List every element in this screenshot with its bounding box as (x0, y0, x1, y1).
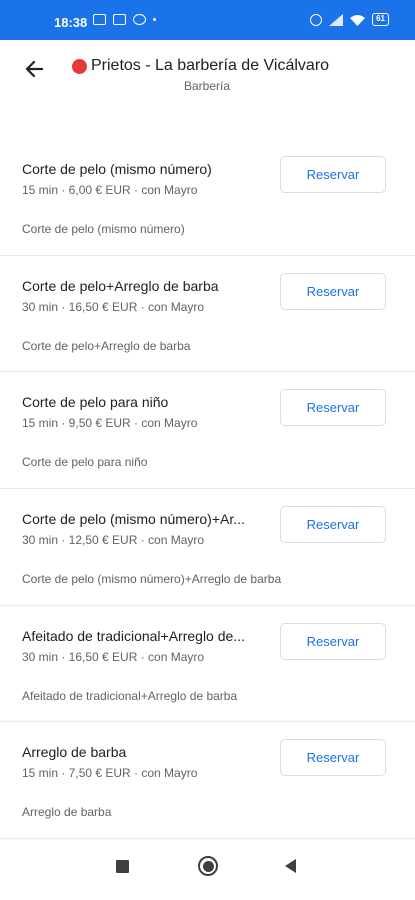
service-name: Corte de pelo para niño (22, 394, 169, 411)
business-category: Barbería (183, 79, 231, 93)
alarm-icon (310, 13, 323, 26)
settings-icon (133, 14, 146, 25)
service-description: Corte de pelo (mismo número) (22, 222, 185, 236)
reserve-button[interactable]: Reservar (280, 622, 386, 660)
recents-button[interactable] (116, 860, 129, 873)
system-back-button[interactable] (285, 859, 296, 873)
service-item: Corte de pelo (mismo número) 15 min · 6,… (0, 139, 415, 256)
services-list: Corte de pelo (mismo número) 15 min · 6,… (0, 139, 415, 840)
system-nav-bar (0, 840, 415, 900)
service-details: 15 min · 6,00 € EUR · con Mayro (22, 183, 198, 197)
reserve-button[interactable]: Reservar (280, 156, 386, 193)
reserve-button[interactable]: Reservar (280, 739, 386, 777)
service-details: 30 min · 16,50 € EUR · con Mayro (22, 649, 205, 664)
service-item: Corte de pelo para niño 15 min · 9,50 € … (0, 372, 415, 490)
service-description: Corte de pelo (mismo número)+Arreglo de … (22, 572, 282, 587)
gmail-icon (113, 14, 126, 25)
business-name: Prietos - La barbería de Vicálvaro (91, 57, 330, 74)
battery-icon: 61 (372, 13, 389, 26)
service-name: Corte de pelo (mismo número) (22, 161, 212, 177)
service-item: Afeitado de tradicional+Arreglo de... 30… (0, 606, 415, 723)
header-titles: Prietos - La barbería de Vicálvaro Barbe… (72, 57, 392, 93)
red-circle-icon (72, 58, 87, 74)
service-item: Corte de pelo+Arreglo de barba 30 min · … (0, 256, 415, 373)
service-description: Afeitado de tradicional+Arreglo de barba (22, 688, 238, 703)
app-bar: Prietos - La barbería de Vicálvaro Barbe… (0, 40, 415, 110)
reserve-button[interactable]: Reservar (280, 272, 386, 310)
service-description: Corte de pelo para niño (22, 455, 148, 470)
arrow-back-icon (25, 60, 44, 78)
notification-icons (93, 14, 156, 25)
service-name: Corte de pelo+Arreglo de barba (22, 277, 219, 294)
service-item: Corte de pelo (mismo número)+Ar... 30 mi… (0, 489, 415, 606)
service-details: 15 min · 9,50 € EUR · con Mayro (22, 416, 198, 431)
service-details: 30 min · 12,50 € EUR · con Mayro (22, 533, 205, 548)
back-button[interactable] (20, 54, 50, 84)
more-notifications-icon (153, 18, 156, 21)
reserve-button[interactable]: Reservar (280, 506, 386, 544)
signal-icon (329, 13, 344, 26)
wifi-icon (350, 14, 366, 26)
gmail-icon (93, 14, 106, 25)
system-icons: 61 (310, 13, 389, 26)
service-description: Arreglo de barba (22, 805, 112, 820)
page-title: Prietos - La barbería de Vicálvaro (72, 57, 392, 75)
status-time: 18:38 (54, 15, 88, 30)
service-name: Arreglo de barba (22, 744, 127, 761)
service-details: 15 min · 7,50 € EUR · con Mayro (22, 766, 198, 781)
service-details: 30 min · 16,50 € EUR · con Mayro (22, 299, 205, 314)
service-item: Arreglo de barba 15 min · 7,50 € EUR · c… (0, 722, 415, 840)
status-bar: 18:38 61 (0, 0, 415, 40)
reserve-button[interactable]: Reservar (280, 389, 386, 427)
service-description: Corte de pelo+Arreglo de barba (22, 338, 191, 353)
service-name: Corte de pelo (mismo número)+Ar... (22, 511, 245, 528)
service-name: Afeitado de tradicional+Arreglo de... (22, 627, 245, 644)
home-button[interactable] (198, 856, 218, 876)
